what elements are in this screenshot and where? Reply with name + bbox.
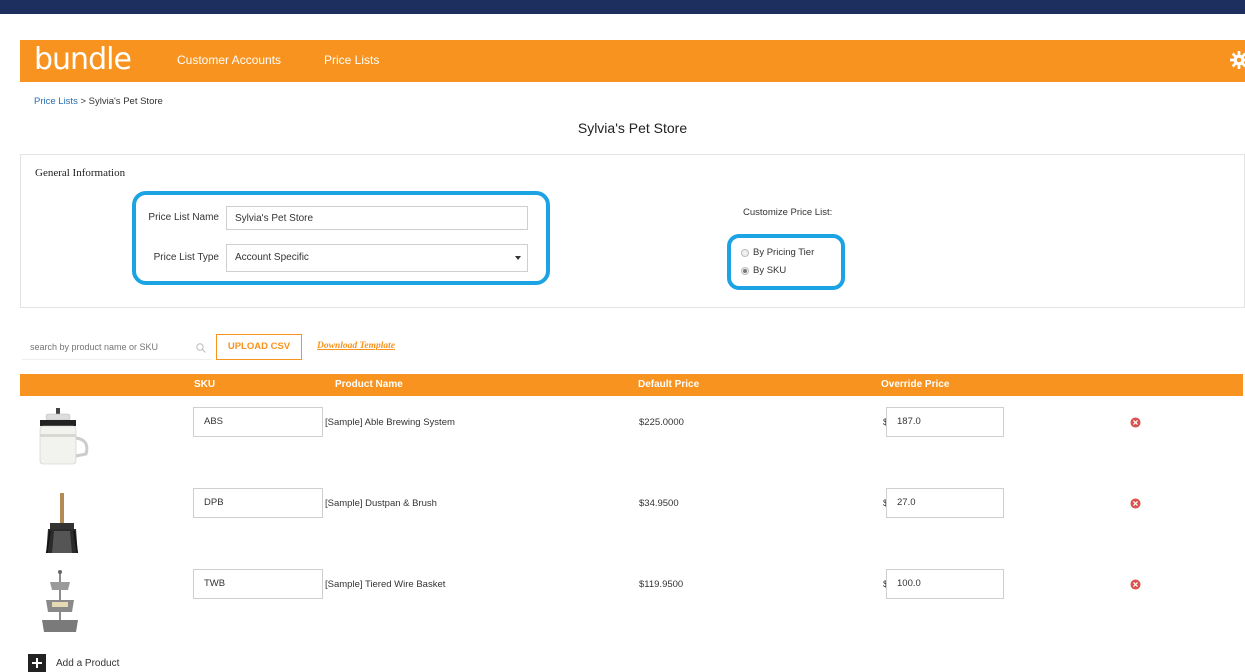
nav-customer-accounts[interactable]: Customer Accounts (177, 53, 281, 67)
column-header-override-price: Override Price (881, 379, 949, 390)
price-list-type-label: Price List Type (129, 252, 219, 263)
price-list-name-label: Price List Name (129, 212, 219, 223)
breadcrumb-price-lists[interactable]: Price Lists (34, 96, 78, 107)
price-list-type-select[interactable]: Account Specific (226, 244, 528, 272)
brewing-system-image (34, 406, 94, 472)
customize-price-list-label: Customize Price List: (743, 207, 832, 218)
add-product-button[interactable]: Add a Product (28, 654, 119, 672)
breadcrumb: Price Lists > Sylvia's Pet Store (34, 96, 163, 107)
product-name: [Sample] Dustpan & Brush (325, 498, 437, 509)
general-information-panel: General Information Price List Name Pric… (20, 154, 1245, 308)
price-list-type-value: Account Specific (235, 252, 309, 263)
plus-icon (28, 654, 46, 672)
product-name: [Sample] Tiered Wire Basket (325, 579, 445, 590)
sku-input[interactable]: ABS (193, 407, 323, 437)
product-name: [Sample] Able Brewing System (325, 417, 455, 428)
top-dark-bar (0, 0, 1245, 14)
dustpan-brush-image (34, 487, 94, 553)
main-navbar: bundle Customer Accounts Price Lists (20, 40, 1245, 82)
table-header: SKU Product Name Default Price Override … (20, 374, 1243, 396)
radio-label-by-sku: By SKU (753, 265, 786, 276)
download-template-link[interactable]: Download Template (317, 341, 395, 351)
override-price-input[interactable]: 27.0 (886, 488, 1004, 518)
chevron-down-icon (515, 256, 521, 260)
breadcrumb-separator: > (78, 96, 89, 107)
highlight-box-options (727, 234, 845, 290)
tiered-basket-image (34, 568, 94, 634)
override-price-input[interactable]: 187.0 (886, 407, 1004, 437)
sku-input[interactable]: TWB (193, 569, 323, 599)
default-price: $34.9500 (639, 498, 679, 509)
price-list-name-input[interactable] (226, 206, 528, 230)
radio-label-by-pricing-tier: By Pricing Tier (753, 247, 814, 258)
column-header-default-price: Default Price (638, 379, 699, 390)
override-price-input[interactable]: 100.0 (886, 569, 1004, 599)
page-title: Sylvia's Pet Store (20, 120, 1245, 136)
add-product-label: Add a Product (56, 658, 119, 669)
gear-icon[interactable] (1230, 50, 1245, 70)
general-information-title: General Information (35, 167, 125, 179)
nav-price-lists[interactable]: Price Lists (324, 53, 379, 67)
remove-icon[interactable] (1130, 579, 1141, 590)
column-header-sku: SKU (194, 379, 215, 390)
remove-icon[interactable] (1130, 498, 1141, 509)
radio-icon (741, 249, 749, 257)
breadcrumb-current: Sylvia's Pet Store (89, 96, 163, 107)
table-row: TWB [Sample] Tiered Wire Basket $119.950… (20, 560, 1243, 640)
radio-by-sku[interactable]: By SKU (741, 265, 786, 276)
search-icon[interactable] (196, 343, 206, 353)
column-header-product-name: Product Name (335, 379, 403, 390)
default-price: $119.9500 (639, 579, 683, 590)
default-price: $225.0000 (639, 417, 684, 428)
radio-by-pricing-tier[interactable]: By Pricing Tier (741, 247, 814, 258)
product-search-input[interactable] (22, 334, 212, 360)
upload-csv-button[interactable]: UPLOAD CSV (216, 334, 302, 360)
radio-selected-icon (741, 267, 749, 275)
table-row: ABS [Sample] Able Brewing System $225.00… (20, 398, 1243, 478)
remove-icon[interactable] (1130, 417, 1141, 428)
bundle-logo[interactable]: bundle (34, 44, 131, 76)
sku-input[interactable]: DPB (193, 488, 323, 518)
table-row: DPB [Sample] Dustpan & Brush $34.9500 $ … (20, 479, 1243, 559)
